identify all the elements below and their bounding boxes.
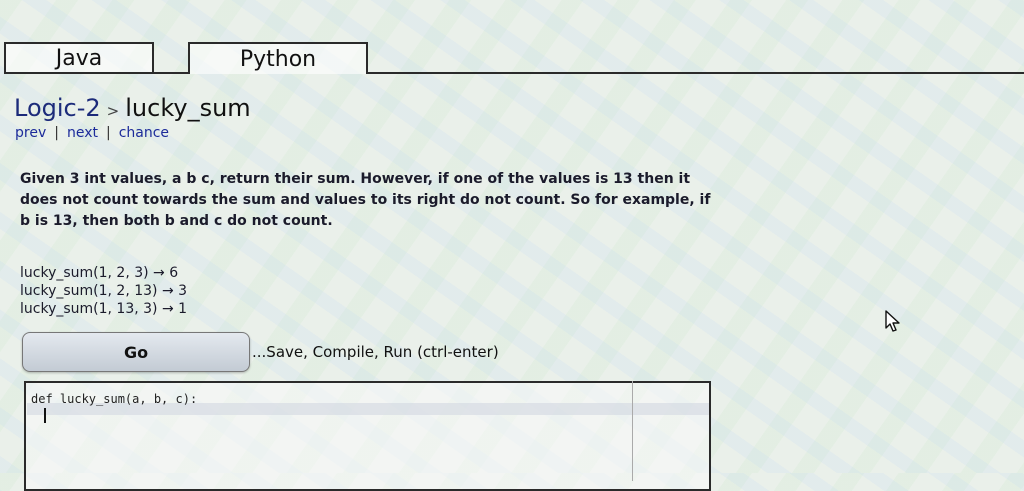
next-link[interactable]: next: [67, 125, 98, 141]
example-line: lucky_sum(1, 2, 13) → 3: [20, 283, 188, 299]
chance-link[interactable]: chance: [119, 125, 169, 141]
example-line: lucky_sum(1, 13, 3) → 1: [20, 301, 188, 317]
tab-divider: [154, 72, 188, 74]
tab-divider: [368, 72, 1024, 74]
mouse-pointer-icon: [885, 310, 900, 332]
examples: lucky_sum(1, 2, 3) → 6 lucky_sum(1, 2, 1…: [20, 264, 187, 318]
prev-link[interactable]: prev: [15, 125, 46, 141]
problem-nav: prev | next | chance: [15, 125, 169, 141]
editor-margin-line: [632, 381, 633, 481]
go-button[interactable]: Go: [22, 332, 250, 372]
problem-description: Given 3 int values, a b c, return their …: [20, 171, 711, 229]
nav-separator: |: [105, 125, 111, 141]
example-line: lucky_sum(1, 2, 3) → 6: [20, 265, 179, 281]
text-caret: [44, 408, 46, 423]
tab-java[interactable]: Java: [4, 42, 154, 74]
problem-name: lucky_sum: [125, 94, 251, 122]
run-hint: ...Save, Compile, Run (ctrl-enter): [252, 343, 499, 361]
breadcrumb-category[interactable]: Logic-2: [14, 94, 101, 122]
breadcrumb-separator: >: [106, 102, 120, 120]
code-line[interactable]: def lucky_sum(a, b, c):: [31, 392, 197, 406]
tab-python[interactable]: Python: [188, 42, 368, 74]
nav-separator: |: [54, 125, 59, 141]
page-title: Logic-2 > lucky_sum: [14, 94, 251, 122]
